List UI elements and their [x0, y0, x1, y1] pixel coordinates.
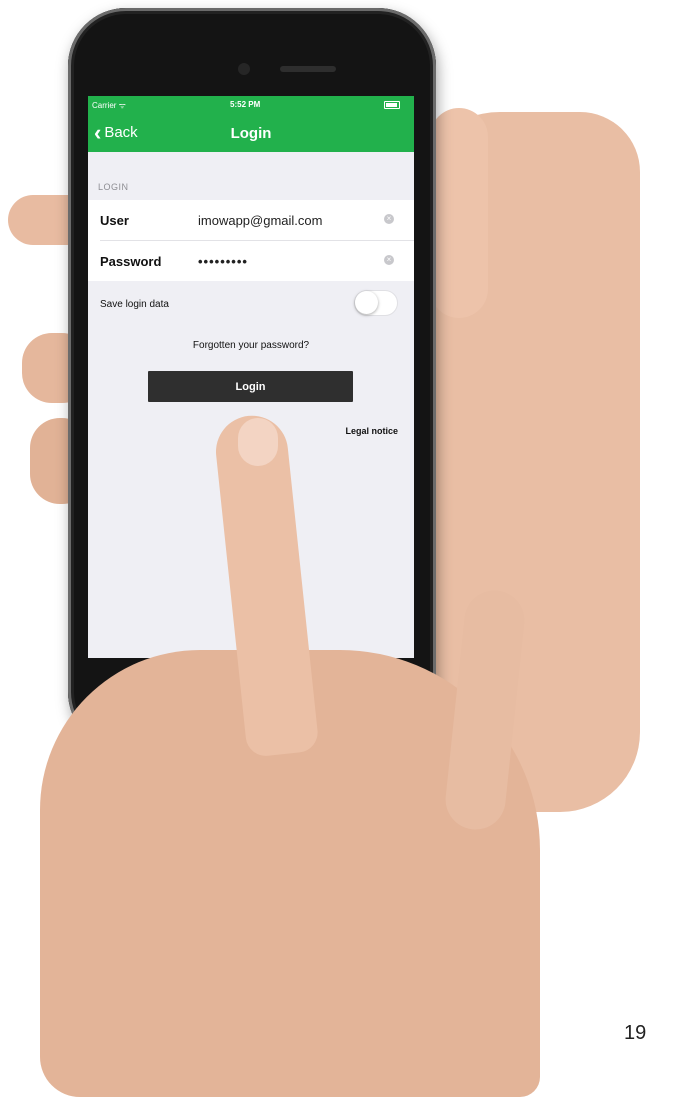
- page-title: Login: [230, 125, 272, 142]
- right-thumb: [430, 108, 488, 318]
- clear-circle-icon[interactable]: ×: [384, 214, 394, 224]
- earpiece-speaker: [280, 66, 336, 72]
- forgot-password-link[interactable]: Forgotten your password?: [88, 340, 414, 351]
- legal-notice-link[interactable]: Legal notice: [345, 426, 398, 436]
- login-form-group: User imowapp@gmail.com × Password ••••••…: [88, 200, 414, 281]
- save-login-toggle[interactable]: [354, 290, 398, 316]
- carrier-label: Carrier ᯤ: [92, 101, 126, 110]
- battery-icon: [384, 101, 400, 109]
- user-row: User imowapp@gmail.com ×: [100, 200, 414, 241]
- fingernail: [238, 418, 278, 466]
- clear-circle-icon[interactable]: ×: [384, 255, 394, 265]
- section-header: LOGIN: [98, 182, 129, 192]
- front-camera: [238, 63, 250, 75]
- password-label: Password: [100, 253, 162, 269]
- clock: 5:52 PM: [230, 100, 261, 109]
- password-row: Password ••••••••• ×: [100, 241, 414, 281]
- save-login-label: Save login data: [100, 299, 169, 310]
- page-number: 19: [624, 1022, 647, 1044]
- navigation-bar: ‹ Back Login: [88, 114, 414, 152]
- toggle-knob: [355, 291, 378, 314]
- login-button[interactable]: Login: [148, 371, 353, 402]
- password-field[interactable]: •••••••••: [198, 254, 414, 269]
- user-field[interactable]: imowapp@gmail.com: [198, 213, 414, 228]
- status-bar: Carrier ᯤ 5:52 PM: [88, 96, 414, 114]
- user-label: User: [100, 212, 129, 228]
